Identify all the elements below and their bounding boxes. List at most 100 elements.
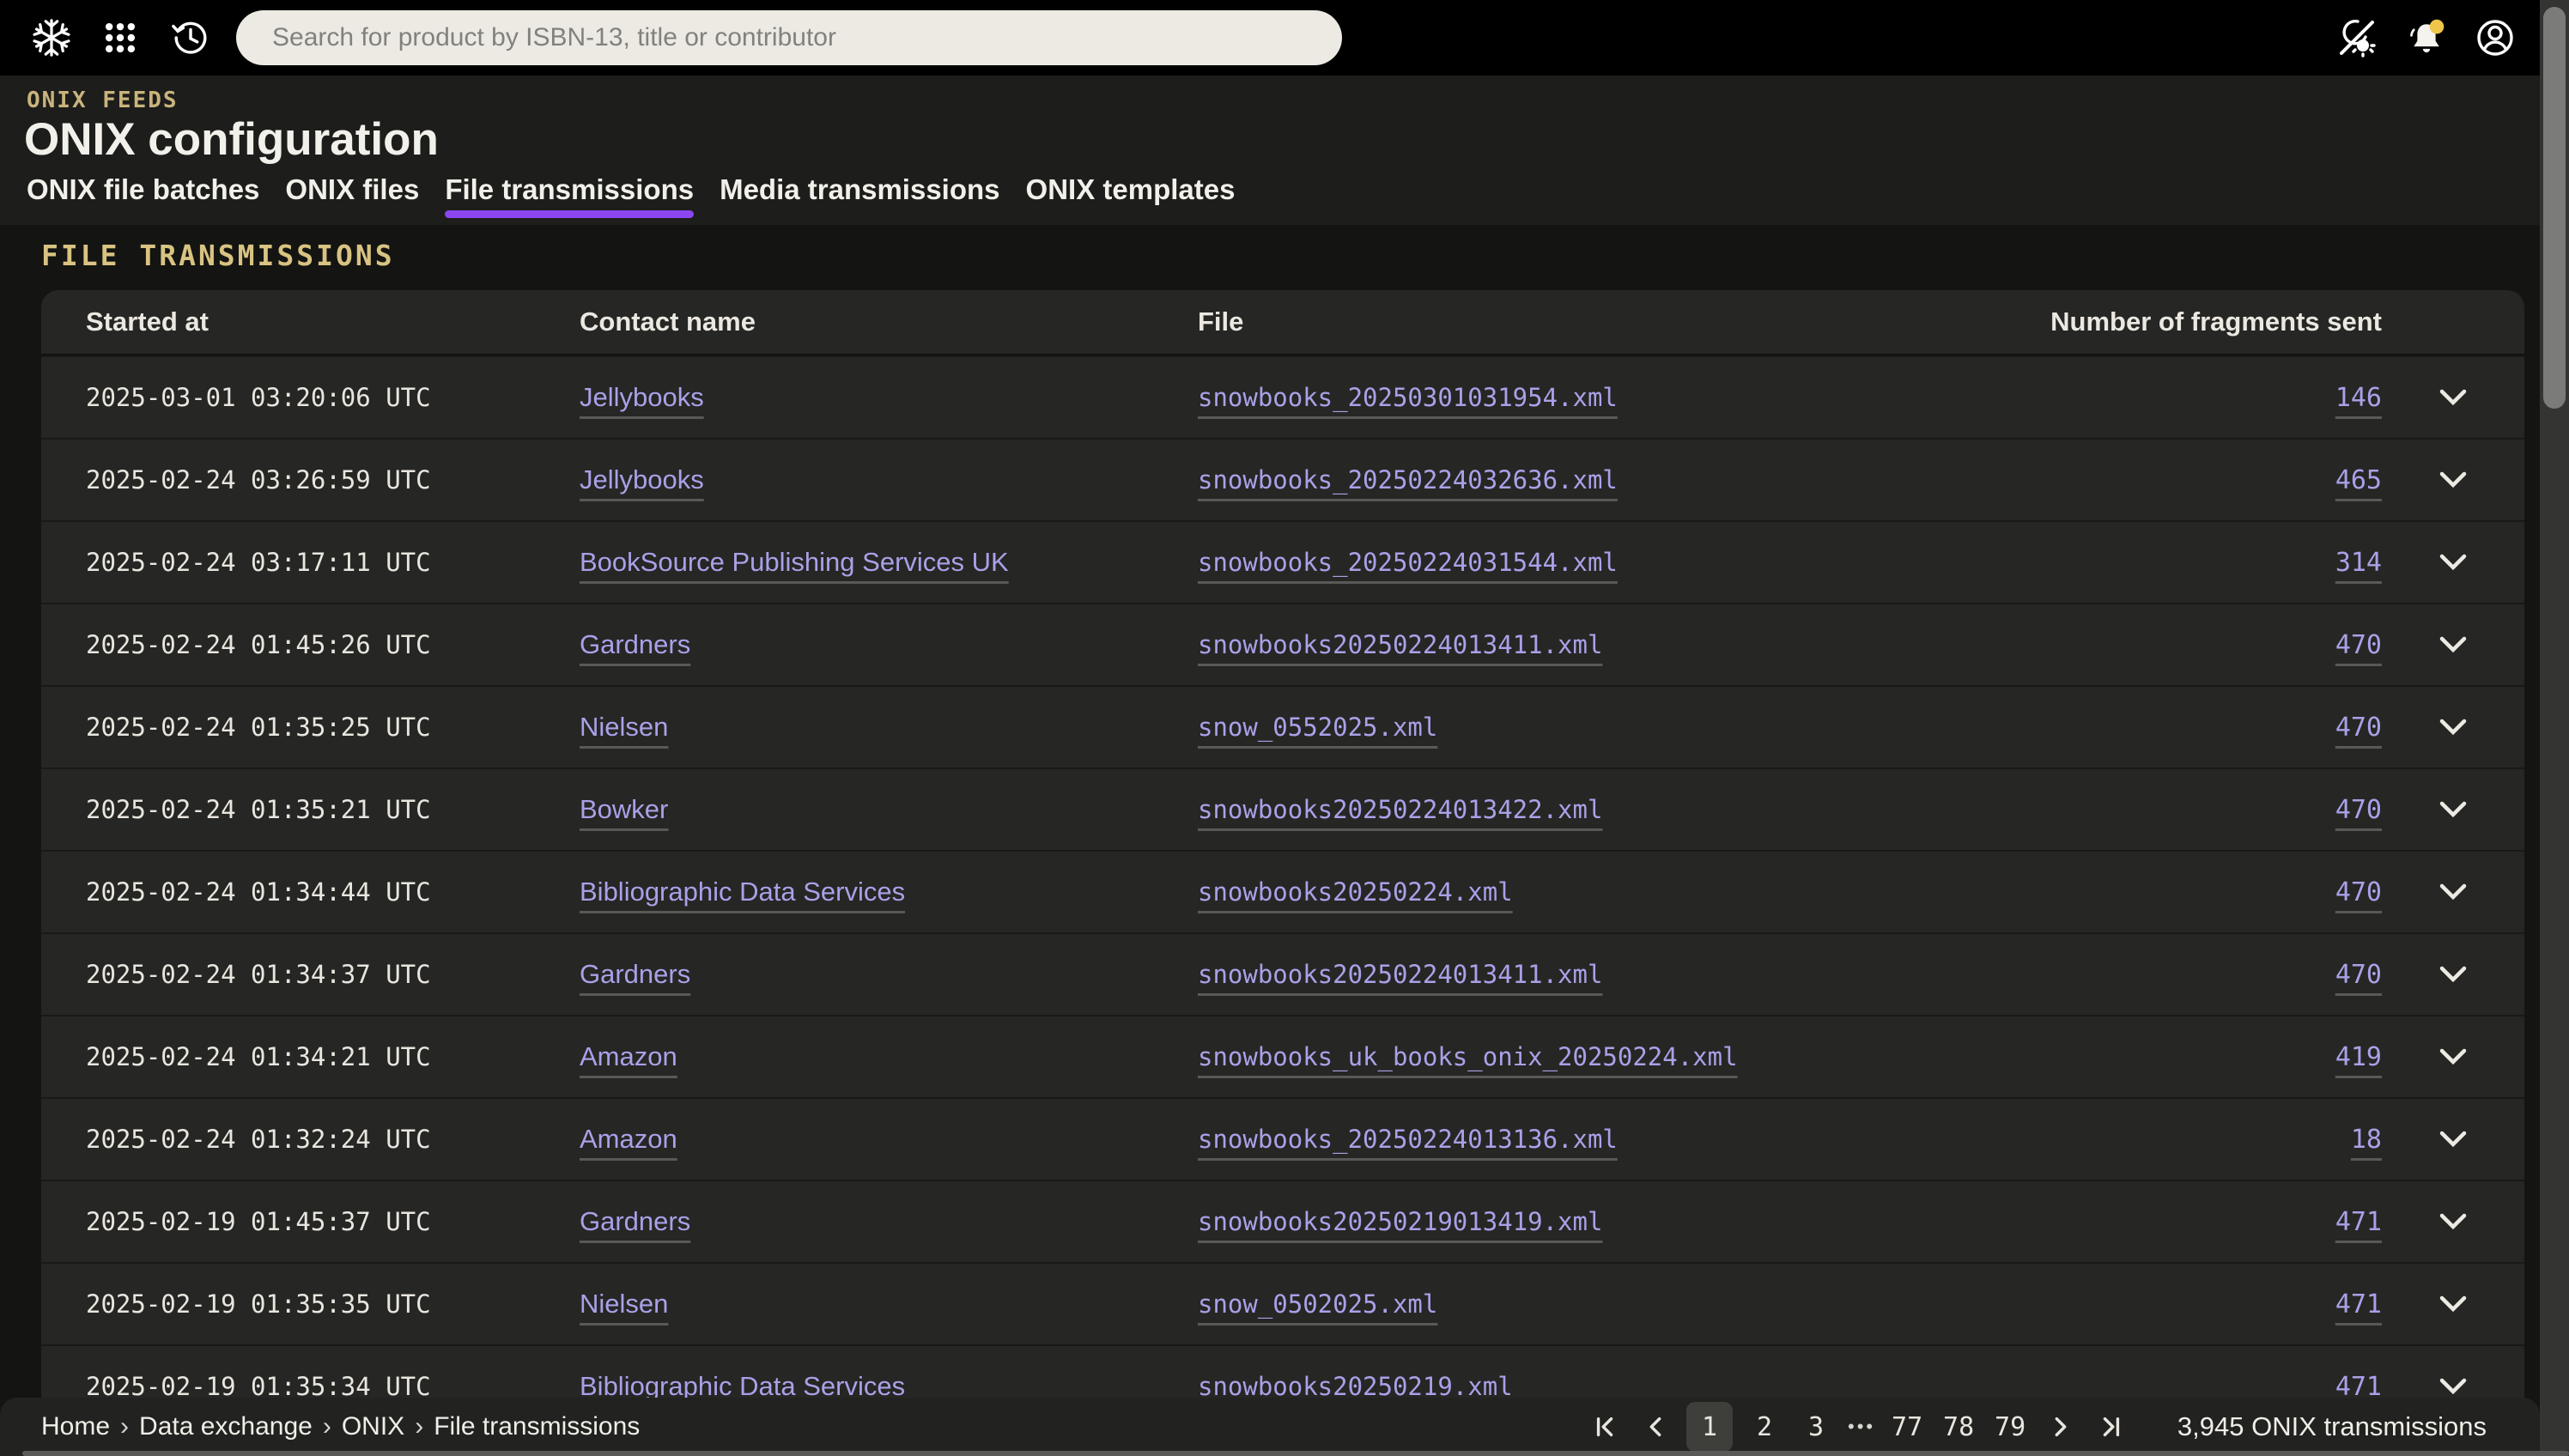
started-at-value: 2025-02-24 01:45:26 UTC	[86, 630, 580, 659]
page-button-79[interactable]: 79	[1990, 1402, 2030, 1452]
tab-media-transmissions[interactable]: Media transmissions	[720, 173, 999, 218]
started-at-value: 2025-02-24 01:34:21 UTC	[86, 1042, 580, 1071]
account-icon[interactable]	[2475, 17, 2516, 58]
pagination: 1 2 3 ••• 77 78 79	[1587, 1398, 2129, 1456]
scrollbar-thumb[interactable]	[2543, 7, 2566, 409]
contact-link[interactable]: Bibliographic Data Services	[580, 877, 1198, 907]
breadcrumb-file-transmissions[interactable]: File transmissions	[434, 1412, 640, 1441]
contact-link[interactable]: Nielsen	[580, 1289, 1198, 1320]
tab-bar: ONIX file batches ONIX files File transm…	[27, 173, 1235, 218]
contact-link[interactable]: BookSource Publishing Services UK	[580, 547, 1198, 578]
fragments-link[interactable]: 419	[2335, 1042, 2382, 1072]
expand-row-chevron-icon[interactable]	[2438, 1295, 2468, 1313]
file-link[interactable]: snowbooks20250224.xml	[1198, 877, 2297, 907]
started-at-value: 2025-02-24 01:32:24 UTC	[86, 1125, 580, 1154]
contact-link[interactable]: Gardners	[580, 1206, 1198, 1237]
file-link[interactable]: snowbooks20250224013411.xml	[1198, 960, 2297, 989]
contact-link[interactable]: Bowker	[580, 794, 1198, 825]
file-link[interactable]: snowbooks_uk_books_onix_20250224.xml	[1198, 1042, 2297, 1071]
tab-onix-file-batches[interactable]: ONIX file batches	[27, 173, 259, 218]
fragments-link[interactable]: 470	[2335, 795, 2382, 825]
page-button-1[interactable]: 1	[1686, 1402, 1733, 1452]
top-bar	[0, 0, 2569, 76]
expand-row-chevron-icon[interactable]	[2438, 883, 2468, 901]
theme-toggle-icon[interactable]	[2336, 17, 2378, 58]
contact-link[interactable]: Jellybooks	[580, 464, 1198, 495]
fragments-link[interactable]: 470	[2335, 713, 2382, 743]
tab-file-transmissions[interactable]: File transmissions	[445, 173, 694, 218]
file-link[interactable]: snowbooks_20250301031954.xml	[1198, 383, 2297, 412]
table-row: 2025-02-24 03:17:11 UTC BookSource Publi…	[41, 520, 2524, 603]
expand-row-chevron-icon[interactable]	[2438, 635, 2468, 654]
fragments-link[interactable]: 18	[2351, 1125, 2382, 1155]
search-input[interactable]	[236, 10, 1342, 65]
contact-link[interactable]: Jellybooks	[580, 382, 1198, 413]
table-header-row: Started at Contact name File Number of f…	[41, 290, 2524, 355]
started-at-value: 2025-02-24 01:34:37 UTC	[86, 960, 580, 989]
scrollbar-track[interactable]	[2540, 0, 2569, 1456]
expand-row-chevron-icon[interactable]	[2438, 388, 2468, 407]
main-content: FILE TRANSMISSIONS Started at Contact na…	[0, 225, 2569, 1456]
notifications-bell-icon[interactable]	[2406, 17, 2447, 58]
section-heading: FILE TRANSMISSIONS	[41, 239, 395, 272]
file-link[interactable]: snowbooks20250224013411.xml	[1198, 630, 2297, 659]
fragments-link[interactable]: 470	[2335, 960, 2382, 990]
apps-grid-icon[interactable]	[100, 17, 141, 58]
tab-onix-templates[interactable]: ONIX templates	[1026, 173, 1236, 218]
last-page-button[interactable]	[2092, 1402, 2129, 1452]
fragments-link[interactable]: 146	[2335, 383, 2382, 413]
contact-link[interactable]: Nielsen	[580, 712, 1198, 743]
fragments-link[interactable]: 465	[2335, 465, 2382, 495]
breadcrumb-data-exchange[interactable]: Data exchange	[139, 1412, 313, 1441]
expand-row-chevron-icon[interactable]	[2438, 470, 2468, 489]
table-row: 2025-02-24 01:35:25 UTC Nielsen snow_055…	[41, 685, 2524, 767]
file-link[interactable]: snow_0502025.xml	[1198, 1289, 2297, 1319]
breadcrumb-home[interactable]: Home	[41, 1412, 110, 1441]
fragments-link[interactable]: 471	[2335, 1289, 2382, 1320]
contact-link[interactable]: Amazon	[580, 1041, 1198, 1072]
expand-row-chevron-icon[interactable]	[2438, 965, 2468, 984]
fragments-link[interactable]: 314	[2335, 548, 2382, 578]
file-link[interactable]: snowbooks20250224013422.xml	[1198, 795, 2297, 824]
page-button-78[interactable]: 78	[1939, 1402, 1978, 1452]
expand-row-chevron-icon[interactable]	[2438, 718, 2468, 737]
expand-row-chevron-icon[interactable]	[2438, 1212, 2468, 1231]
page-button-3[interactable]: 3	[1796, 1402, 1836, 1452]
file-link[interactable]: snowbooks_20250224031544.xml	[1198, 548, 2297, 577]
column-header-started-at: Started at	[86, 306, 580, 337]
previous-page-button[interactable]	[1637, 1402, 1674, 1452]
breadcrumb-onix[interactable]: ONIX	[342, 1412, 404, 1441]
table-row: 2025-02-24 01:45:26 UTC Gardners snowboo…	[41, 603, 2524, 685]
started-at-value: 2025-02-19 01:35:34 UTC	[86, 1372, 580, 1401]
expand-row-chevron-icon[interactable]	[2438, 553, 2468, 572]
started-at-value: 2025-02-24 01:34:44 UTC	[86, 877, 580, 907]
file-link[interactable]: snow_0552025.xml	[1198, 713, 2297, 742]
snowflake-logo-icon[interactable]	[31, 17, 72, 58]
fragments-link[interactable]: 471	[2335, 1207, 2382, 1237]
file-link[interactable]: snowbooks20250219013419.xml	[1198, 1207, 2297, 1236]
expand-row-chevron-icon[interactable]	[2438, 1130, 2468, 1149]
page-button-77[interactable]: 77	[1887, 1402, 1927, 1452]
contact-link[interactable]: Gardners	[580, 629, 1198, 660]
file-link[interactable]: snowbooks_20250224032636.xml	[1198, 465, 2297, 494]
contact-link[interactable]: Amazon	[580, 1124, 1198, 1155]
file-transmissions-table: Started at Contact name File Number of f…	[41, 290, 2524, 1427]
column-header-contact-name: Contact name	[580, 306, 1198, 337]
expand-row-chevron-icon[interactable]	[2438, 800, 2468, 819]
first-page-button[interactable]	[1587, 1402, 1625, 1452]
breadcrumb-eyebrow[interactable]: ONIX FEEDS	[27, 88, 179, 113]
expand-row-chevron-icon[interactable]	[2438, 1377, 2468, 1396]
history-icon[interactable]	[170, 17, 211, 58]
started-at-value: 2025-02-24 01:35:21 UTC	[86, 795, 580, 824]
page-button-2[interactable]: 2	[1745, 1402, 1784, 1452]
tab-onix-files[interactable]: ONIX files	[285, 173, 419, 218]
started-at-value: 2025-02-19 01:45:37 UTC	[86, 1207, 580, 1236]
contact-link[interactable]: Gardners	[580, 959, 1198, 990]
next-page-button[interactable]	[2042, 1402, 2080, 1452]
expand-row-chevron-icon[interactable]	[2438, 1047, 2468, 1066]
fragments-link[interactable]: 470	[2335, 630, 2382, 660]
breadcrumb-separator: ›	[415, 1412, 423, 1441]
file-link[interactable]: snowbooks20250219.xml	[1198, 1372, 2297, 1401]
fragments-link[interactable]: 470	[2335, 877, 2382, 907]
file-link[interactable]: snowbooks_20250224013136.xml	[1198, 1125, 2297, 1154]
